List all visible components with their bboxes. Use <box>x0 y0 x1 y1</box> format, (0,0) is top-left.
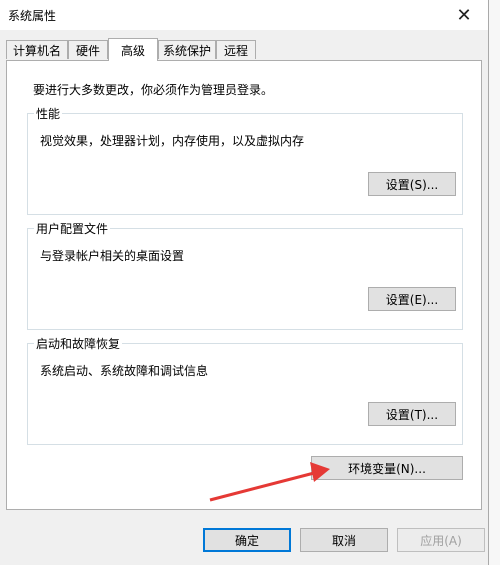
system-properties-dialog: 系统属性 ✕ 计算机名 硬件 高级 系统保护 远程 要进行大多数更改，你必须作为… <box>0 0 489 565</box>
performance-title: 性能 <box>34 105 63 122</box>
tab-remote[interactable]: 远程 <box>216 40 256 59</box>
user-profiles-title: 用户配置文件 <box>34 220 111 237</box>
tab-system-protection[interactable]: 系统保护 <box>158 40 216 59</box>
background-window-edge <box>489 0 500 565</box>
title-bar: 系统属性 ✕ <box>0 0 488 30</box>
close-icon[interactable]: ✕ <box>444 0 484 30</box>
startup-recovery-group: 启动和故障恢复 系统启动、系统故障和调试信息 设置(T)... <box>27 335 463 445</box>
user-profiles-settings-button[interactable]: 设置(E)... <box>368 287 456 311</box>
tab-advanced[interactable]: 高级 <box>108 38 158 61</box>
environment-variables-button[interactable]: 环境变量(N)... <box>311 456 463 480</box>
cancel-button[interactable]: 取消 <box>300 528 388 552</box>
startup-recovery-title: 启动和故障恢复 <box>34 335 123 352</box>
admin-notice: 要进行大多数更改，你必须作为管理员登录。 <box>33 83 274 97</box>
performance-settings-button[interactable]: 设置(S)... <box>368 172 456 196</box>
user-profiles-desc: 与登录帐户相关的桌面设置 <box>40 249 185 263</box>
user-profiles-group: 用户配置文件 与登录帐户相关的桌面设置 设置(E)... <box>27 220 463 330</box>
startup-recovery-settings-button[interactable]: 设置(T)... <box>368 402 456 426</box>
apply-button[interactable]: 应用(A) <box>397 528 485 552</box>
performance-group: 性能 视觉效果，处理器计划，内存使用，以及虚拟内存 设置(S)... <box>27 105 463 215</box>
advanced-tab-panel: 要进行大多数更改，你必须作为管理员登录。 性能 视觉效果，处理器计划，内存使用，… <box>6 60 482 510</box>
tab-computer-name[interactable]: 计算机名 <box>6 40 68 59</box>
startup-recovery-desc: 系统启动、系统故障和调试信息 <box>40 364 209 378</box>
window-title: 系统属性 <box>8 9 57 23</box>
ok-button[interactable]: 确定 <box>203 528 291 552</box>
tab-hardware[interactable]: 硬件 <box>68 40 108 59</box>
performance-desc: 视觉效果，处理器计划，内存使用，以及虚拟内存 <box>40 134 305 148</box>
